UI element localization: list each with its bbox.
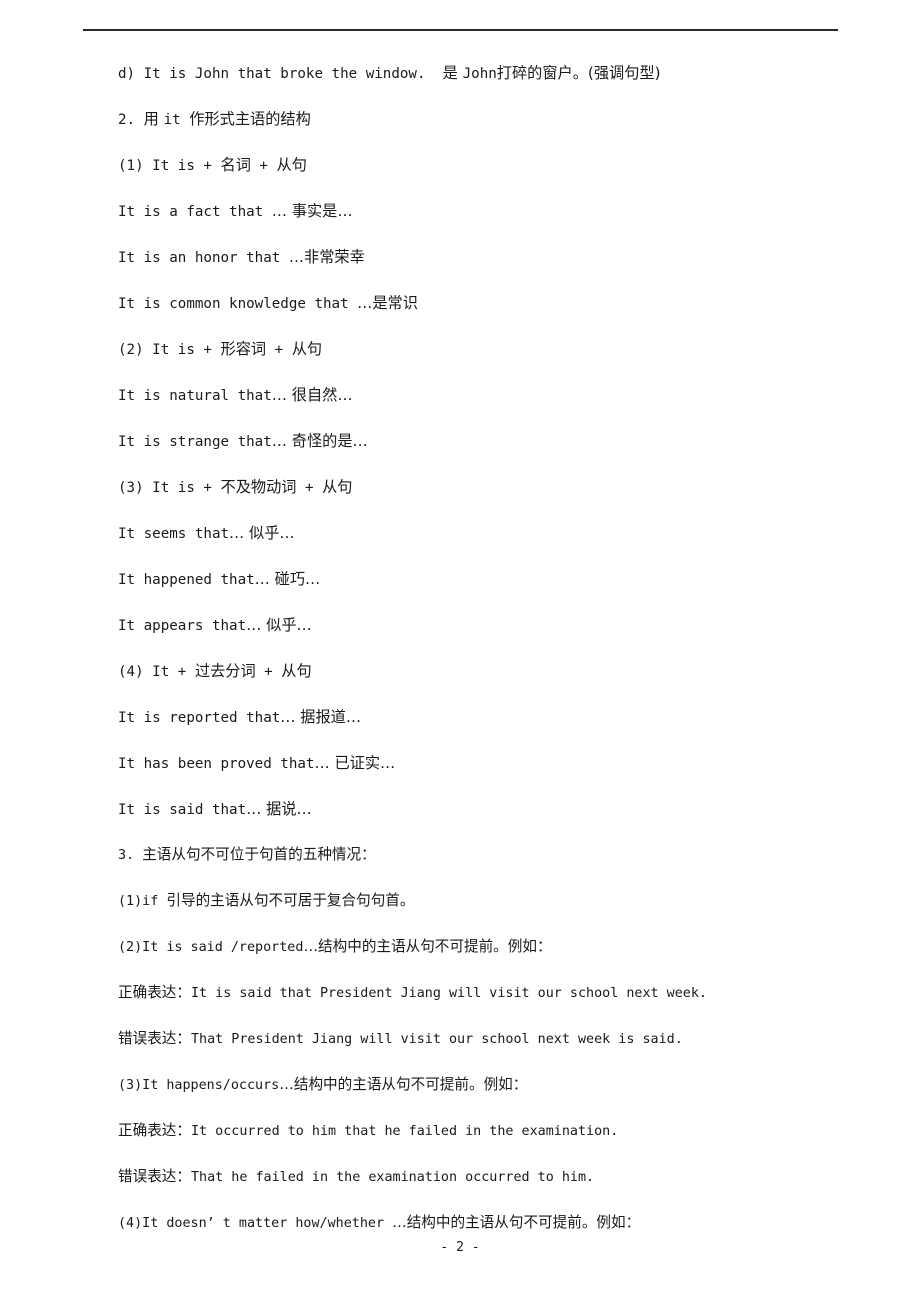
text-segment: 从句 [322, 478, 353, 496]
text-segment: + [255, 664, 282, 680]
text-segment: It has been proved that [118, 756, 315, 772]
text-segment: 从句 [291, 340, 323, 358]
text-segment: That he failed in the examination occurr… [190, 1170, 595, 1185]
text-segment: … 据报道… [280, 708, 362, 726]
text-segment: It occurred to him that he failed in the… [190, 1124, 619, 1139]
text-segment: …结构中的主语从句不可提前。例如： [392, 1214, 641, 1231]
line-heading-2: 2. 用 it 作形式主语的结构 [118, 96, 878, 142]
text-segment: It is reported that [118, 710, 281, 726]
text-segment: … 碰巧… [254, 570, 321, 588]
text-segment: 正确表达： [118, 984, 191, 1001]
page-number: - 2 - [440, 1240, 480, 1255]
text-segment: …是常识 [357, 294, 418, 312]
text-segment: + [296, 480, 323, 496]
text-segment: 从句 [281, 662, 312, 680]
line-3-3: (3)It happens/occurs…结构中的主语从句不可提前。例如： [118, 1062, 878, 1108]
text-segment: d) It is John that broke the window. [118, 66, 443, 82]
text-segment: 主语从句不可位于句首的五种情况： [142, 846, 376, 863]
line-3-3-wrong: 错误表达：That he failed in the examination o… [118, 1154, 878, 1200]
header-rule [83, 29, 838, 31]
text-segment: …非常荣幸 [288, 248, 365, 266]
document-body: d) It is John that broke the window. 是 J… [118, 50, 878, 1246]
document-page: d) It is John that broke the window. 是 J… [0, 0, 920, 1302]
text-segment: … 据说… [246, 800, 312, 818]
line-2-4: (4) It + 过去分词 + 从句 [118, 648, 878, 694]
text-segment: … 很自然… [271, 386, 353, 404]
text-segment: (2)It is said /reported [118, 940, 304, 955]
line-natural: It is natural that… 很自然… [118, 372, 878, 418]
text-segment: 从句 [276, 156, 307, 174]
text-segment: … 奇怪的是… [271, 432, 368, 450]
text-segment: It is strange that [118, 434, 272, 450]
text-segment: 作形式主语的结构 [189, 110, 311, 128]
text-segment: …结构中的主语从句不可提前。例如： [303, 938, 552, 955]
text-segment: It happened that [118, 572, 255, 588]
line-3-2-correct: 正确表达：It is said that President Jiang wil… [118, 970, 878, 1016]
line-heading-3: 3. 主语从句不可位于句首的五种情况： [118, 832, 878, 878]
text-segment: It is an honor that [118, 250, 289, 266]
line-strange: It is strange that… 奇怪的是… [118, 418, 878, 464]
line-3-2: (2)It is said /reported…结构中的主语从句不可提前。例如： [118, 924, 878, 970]
text-segment: … 事实是… [271, 202, 353, 220]
text-segment: 过去分词 [194, 662, 256, 680]
text-segment: 正确表达： [118, 1122, 191, 1139]
text-segment: 打碎的窗户。(强调句型) [496, 64, 661, 82]
text-segment: it [163, 112, 190, 128]
text-segment: (4)It doesn’ t matter how/whether [118, 1216, 393, 1231]
line-2-3: (3) It is + 不及物动词 + 从句 [118, 464, 878, 510]
text-segment: 3. [118, 848, 143, 863]
text-segment: (3)It happens/occurs [118, 1078, 280, 1093]
text-segment: That President Jiang will visit our scho… [190, 1032, 683, 1047]
text-segment: 错误表达： [118, 1168, 191, 1185]
line-honor: It is an honor that …非常荣幸 [118, 234, 878, 280]
line-reported: It is reported that… 据报道… [118, 694, 878, 740]
line-appears: It appears that… 似乎… [118, 602, 878, 648]
text-segment: It is said that President Jiang will vis… [190, 986, 707, 1001]
text-segment: + [266, 342, 292, 358]
line-common-knowledge: It is common knowledge that …是常识 [118, 280, 878, 326]
text-segment: 形容词 [220, 340, 267, 358]
text-segment: … 似乎… [246, 616, 312, 634]
line-happened: It happened that… 碰巧… [118, 556, 878, 602]
text-segment: 错误表达： [118, 1030, 191, 1047]
text-segment: … 已证实… [314, 754, 396, 772]
text-segment: (1)if [118, 894, 167, 909]
text-segment: 不及物动词 [220, 478, 297, 496]
text-segment: 2. [118, 112, 144, 128]
text-segment: 是 [442, 64, 463, 82]
line-3-3-correct: 正确表达：It occurred to him that he failed i… [118, 1108, 878, 1154]
page-footer: - 2 - [0, 1240, 920, 1255]
line-3-1: (1)if 引导的主语从句不可居于复合句句首。 [118, 878, 878, 924]
text-segment: It is natural that [118, 388, 272, 404]
text-segment: 引导的主语从句不可居于复合句句首。 [166, 892, 415, 909]
line-2-2: (2) It is + 形容词 + 从句 [118, 326, 878, 372]
line-said: It is said that… 据说… [118, 786, 878, 832]
text-segment: (1) It is + [118, 158, 221, 174]
text-segment: 名词 [220, 156, 251, 174]
text-segment: It appears that [118, 618, 247, 634]
text-segment: …结构中的主语从句不可提前。例如： [279, 1076, 528, 1093]
text-segment: John [462, 66, 497, 82]
text-segment: It seems that [118, 526, 230, 542]
text-segment: … 似乎… [229, 524, 295, 542]
line-fact: It is a fact that … 事实是… [118, 188, 878, 234]
text-segment: (4) It + [118, 664, 195, 680]
line-d: d) It is John that broke the window. 是 J… [118, 50, 878, 96]
line-proved: It has been proved that… 已证实… [118, 740, 878, 786]
text-segment: It is said that [118, 802, 247, 818]
text-segment: It is a fact that [118, 204, 272, 220]
line-3-2-wrong: 错误表达：That President Jiang will visit our… [118, 1016, 878, 1062]
line-2-1: (1) It is + 名词 + 从句 [118, 142, 878, 188]
text-segment: 用 [143, 110, 164, 128]
text-segment: + [250, 158, 277, 174]
text-segment: (2) It is + [118, 342, 221, 358]
text-segment: It is common knowledge that [118, 296, 358, 312]
text-segment: (3) It is + [118, 480, 221, 496]
line-seems: It seems that… 似乎… [118, 510, 878, 556]
